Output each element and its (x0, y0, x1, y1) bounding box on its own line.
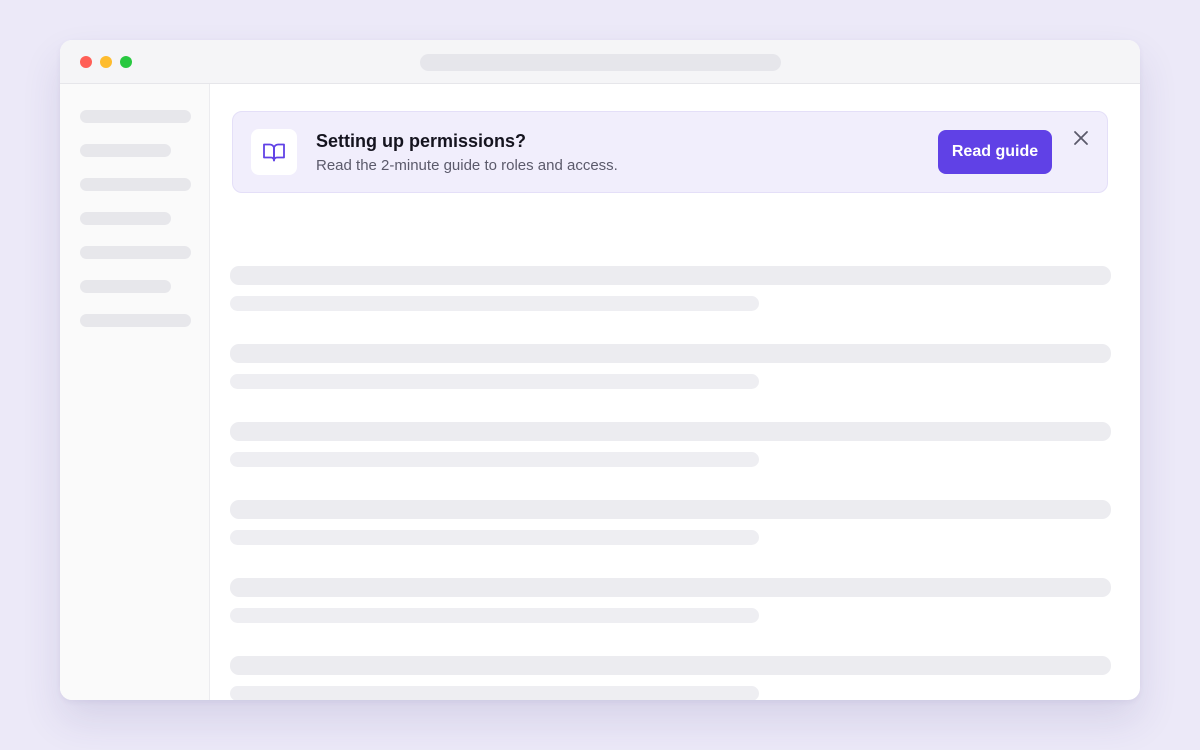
sidebar-item-placeholder[interactable] (80, 144, 171, 157)
skeleton-line-short (230, 374, 759, 389)
guide-banner: Setting up permissions? Read the 2-minut… (232, 111, 1108, 193)
sidebar-item-placeholder[interactable] (80, 314, 191, 327)
window-zoom-dot[interactable] (120, 56, 132, 68)
skeleton-line-long (230, 344, 1111, 363)
book-open-icon (251, 129, 297, 175)
skeleton-line-long (230, 578, 1111, 597)
main-content: Setting up permissions? Read the 2-minut… (210, 84, 1140, 700)
skeleton-line-short (230, 608, 759, 623)
title-bar (60, 40, 1140, 84)
sidebar-item-placeholder[interactable] (80, 178, 191, 191)
address-bar-placeholder[interactable] (420, 54, 781, 71)
skeleton-line-short (230, 452, 759, 467)
skeleton-line-short (230, 686, 759, 700)
sidebar (60, 84, 210, 700)
read-guide-button[interactable]: Read guide (938, 130, 1052, 174)
sidebar-item-placeholder[interactable] (80, 110, 191, 123)
banner-description: Read the 2-minute guide to roles and acc… (316, 157, 618, 174)
skeleton-line-short (230, 296, 759, 311)
window-minimize-dot[interactable] (100, 56, 112, 68)
skeleton-line-long (230, 422, 1111, 441)
skeleton-line-short (230, 530, 759, 545)
sidebar-item-placeholder[interactable] (80, 280, 171, 293)
skeleton-line-long (230, 266, 1111, 285)
close-icon[interactable] (1069, 126, 1093, 150)
window-close-dot[interactable] (80, 56, 92, 68)
banner-title: Setting up permissions? (316, 131, 527, 151)
sidebar-item-placeholder[interactable] (80, 212, 171, 225)
skeleton-line-long (230, 656, 1111, 675)
app-window: Setting up permissions? Read the 2-minut… (60, 40, 1140, 700)
skeleton-line-long (230, 500, 1111, 519)
sidebar-item-placeholder[interactable] (80, 246, 191, 259)
